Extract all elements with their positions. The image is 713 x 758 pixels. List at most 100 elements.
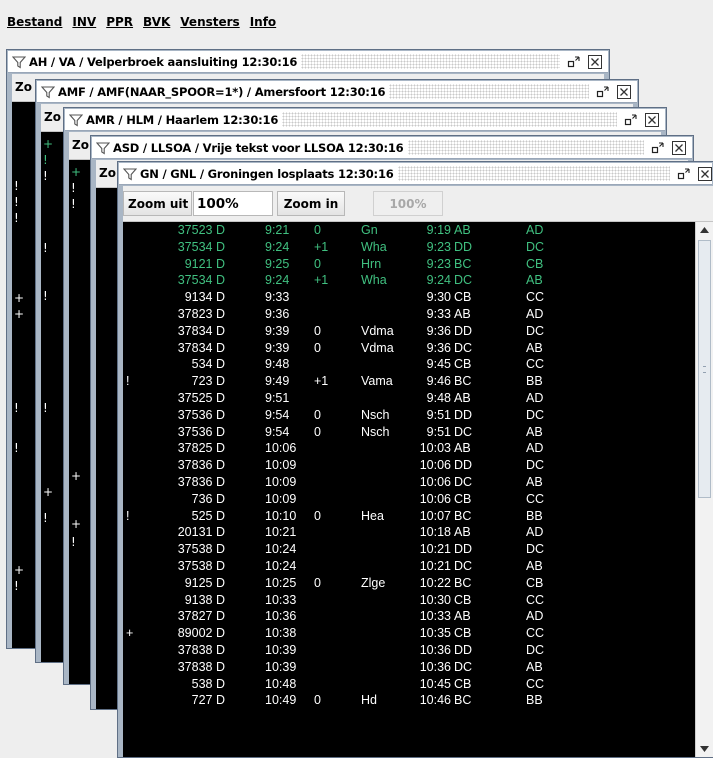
zoom-out-button[interactable]: Zoom uit	[123, 191, 192, 216]
window-title-bar[interactable]: AH / VA / Velperbroek aansluiting 12:30:…	[8, 51, 608, 73]
cell-train: 37838 D	[177, 659, 225, 674]
cell-time: 9:51	[265, 390, 290, 405]
restore-icon[interactable]	[623, 112, 638, 127]
restore-icon[interactable]	[676, 166, 691, 181]
cell-delay: 0	[314, 340, 321, 355]
cell-delay: 0	[314, 508, 321, 523]
table-row[interactable]: 37823 D 9:36 9:33 AB AD	[123, 306, 695, 323]
zoom-in-button[interactable]: Zoom in	[277, 191, 345, 216]
cell-train: 37827 D	[177, 609, 225, 624]
menu-inv[interactable]: INV	[72, 15, 96, 29]
table-row[interactable]: 37538 D 10:24 10:21 DD DC	[123, 541, 695, 558]
window-title-bar[interactable]: GN / GNL / Groningen losplaats 12:30:16	[119, 163, 712, 185]
scroll-up-arrow-icon[interactable]	[696, 222, 713, 238]
table-row[interactable]: 37534 D 9:24 +1 Wha 9:24 DC AB	[123, 272, 695, 289]
filter-icon[interactable]	[122, 167, 138, 181]
menu-vensters[interactable]: Vensters	[180, 15, 239, 29]
row-marker: !	[43, 169, 48, 183]
table-row[interactable]: 37525 D 9:51 9:48 AB AD	[123, 390, 695, 407]
restore-icon[interactable]	[566, 54, 581, 69]
window-title-bar[interactable]: AMR / HLM / Haarlem 12:30:16	[65, 109, 665, 131]
table-row[interactable]: 37836 D 10:09 10:06 DD DC	[123, 457, 695, 474]
cell-delay: 0	[314, 575, 321, 590]
close-icon[interactable]	[587, 54, 602, 69]
table-row[interactable]: ! 525 D 10:10 0 Hea 10:07 BC BB	[123, 508, 695, 525]
row-marker: !	[43, 511, 48, 525]
row-marker: !	[14, 401, 19, 415]
table-row[interactable]: 37834 D 9:39 0 Vdma 9:36 DD DC	[123, 323, 695, 340]
filter-icon[interactable]	[68, 113, 84, 127]
table-row[interactable]: 727 D 10:49 0 Hd 10:46 BC BB	[123, 692, 695, 709]
table-row[interactable]: 9134 D 9:33 9:30 CB CC	[123, 289, 695, 306]
cell-time: 9:25	[265, 256, 290, 271]
table-row[interactable]: 37536 D 9:54 0 Nsch 9:51 DD DC	[123, 407, 695, 424]
zoom-reset-button[interactable]: 100%	[373, 191, 443, 216]
close-icon[interactable]	[644, 112, 659, 127]
cell-track: AB	[454, 390, 471, 405]
cell-dir: AB	[526, 273, 543, 288]
cell-time: 10:06	[265, 441, 297, 456]
cell-track: DC	[454, 340, 473, 355]
filter-icon[interactable]	[95, 141, 111, 155]
window-title: ASD / LLSOA / Vrije tekst voor LLSOA 12:…	[113, 140, 408, 155]
table-row[interactable]: 9121 D 9:25 0 Hrn 9:23 BC CB	[123, 256, 695, 273]
cell-plan: 9:23	[426, 239, 451, 254]
table-row[interactable]: 37836 D 10:09 10:06 DC AB	[123, 474, 695, 491]
scroll-down-arrow-icon[interactable]	[696, 741, 713, 757]
menu-info[interactable]: Info	[250, 15, 276, 29]
menu-bestand[interactable]: Bestand	[7, 15, 62, 29]
close-icon[interactable]	[616, 84, 631, 99]
cell-time: 9:54	[265, 407, 290, 422]
restore-icon[interactable]	[650, 140, 665, 155]
row-marker: !	[126, 508, 130, 523]
filter-icon[interactable]	[11, 55, 27, 69]
menu-bar: Bestand INV PPR BVK Vensters Info	[0, 0, 713, 44]
cell-dir: AB	[526, 340, 543, 355]
scrollbar-thumb[interactable]	[698, 240, 711, 498]
row-marker: !	[14, 441, 19, 455]
table-row[interactable]: 37834 D 9:39 0 Vdma 9:36 DC AB	[123, 340, 695, 357]
table-row[interactable]: 538 D 10:48 10:45 CB CC	[123, 676, 695, 693]
table-row[interactable]: 37838 D 10:39 10:36 DC AB	[123, 659, 695, 676]
table-row[interactable]: 37536 D 9:54 0 Nsch 9:51 DC AB	[123, 424, 695, 441]
zoom-level-field[interactable]: 100%	[193, 191, 273, 216]
menu-bvk[interactable]: BVK	[143, 15, 170, 29]
table-row[interactable]: 37534 D 9:24 +1 Wha 9:23 DD DC	[123, 239, 695, 256]
train-table[interactable]: 37523 D 9:21 0 Gn 9:19 AB AD 37534 D 9:24 +1 Wha 9:…	[123, 222, 695, 757]
window-gn[interactable]: GN / GNL / Groningen losplaats 12:30:16 …	[117, 161, 713, 758]
row-marker: +	[14, 291, 25, 305]
table-row[interactable]: 37838 D 10:39 10:36 DD DC	[123, 642, 695, 659]
table-row[interactable]: 736 D 10:09 10:06 CB CC	[123, 491, 695, 508]
cell-track: CB	[454, 491, 472, 506]
table-row[interactable]: 37827 D 10:36 10:33 AB AD	[123, 608, 695, 625]
vertical-scrollbar[interactable]	[695, 222, 713, 757]
cell-train: 37523 D	[177, 223, 225, 237]
table-row[interactable]: 9138 D 10:33 10:30 CB CC	[123, 592, 695, 609]
table-row[interactable]: 37538 D 10:24 10:21 DC AB	[123, 558, 695, 575]
cell-time: 10:09	[265, 474, 297, 489]
cell-time: 10:48	[265, 676, 297, 691]
table-row[interactable]: +89002 D 10:38 10:35 CB CC	[123, 625, 695, 642]
cell-plan: 10:18	[419, 525, 451, 540]
restore-icon[interactable]	[595, 84, 610, 99]
cell-train: 37534 D	[177, 239, 225, 254]
table-row[interactable]: 37523 D 9:21 0 Gn 9:19 AB AD	[123, 222, 695, 239]
cell-plan: 9:48	[426, 390, 451, 405]
filter-icon[interactable]	[40, 85, 56, 99]
table-row[interactable]: 534 D 9:48 9:45 CB CC	[123, 356, 695, 373]
row-marker: !	[14, 179, 19, 193]
cell-train: 37538 D	[177, 558, 225, 573]
cell-track: DD	[454, 542, 473, 557]
table-row[interactable]: 20131 D 10:21 10:18 AB AD	[123, 524, 695, 541]
cell-delay: 0	[314, 256, 321, 271]
table-row[interactable]: ! 723 D 9:49 +1 Vama 9:46 BC BB	[123, 373, 695, 390]
table-row[interactable]: 37825 D 10:06 10:03 AB AD	[123, 440, 695, 457]
cell-time: 9:33	[265, 290, 290, 305]
close-icon[interactable]	[697, 166, 712, 181]
table-row[interactable]: 9125 D 10:25 0 Zlge 10:22 BC CB	[123, 575, 695, 592]
window-title-bar[interactable]: AMF / AMF(NAAR_SPOOR=1*) / Amersfoort 12…	[37, 81, 637, 103]
menu-ppr[interactable]: PPR	[106, 15, 133, 29]
window-title-bar[interactable]: ASD / LLSOA / Vrije tekst voor LLSOA 12:…	[92, 137, 692, 159]
cell-train: 534 D	[191, 357, 225, 372]
close-icon[interactable]	[671, 140, 686, 155]
